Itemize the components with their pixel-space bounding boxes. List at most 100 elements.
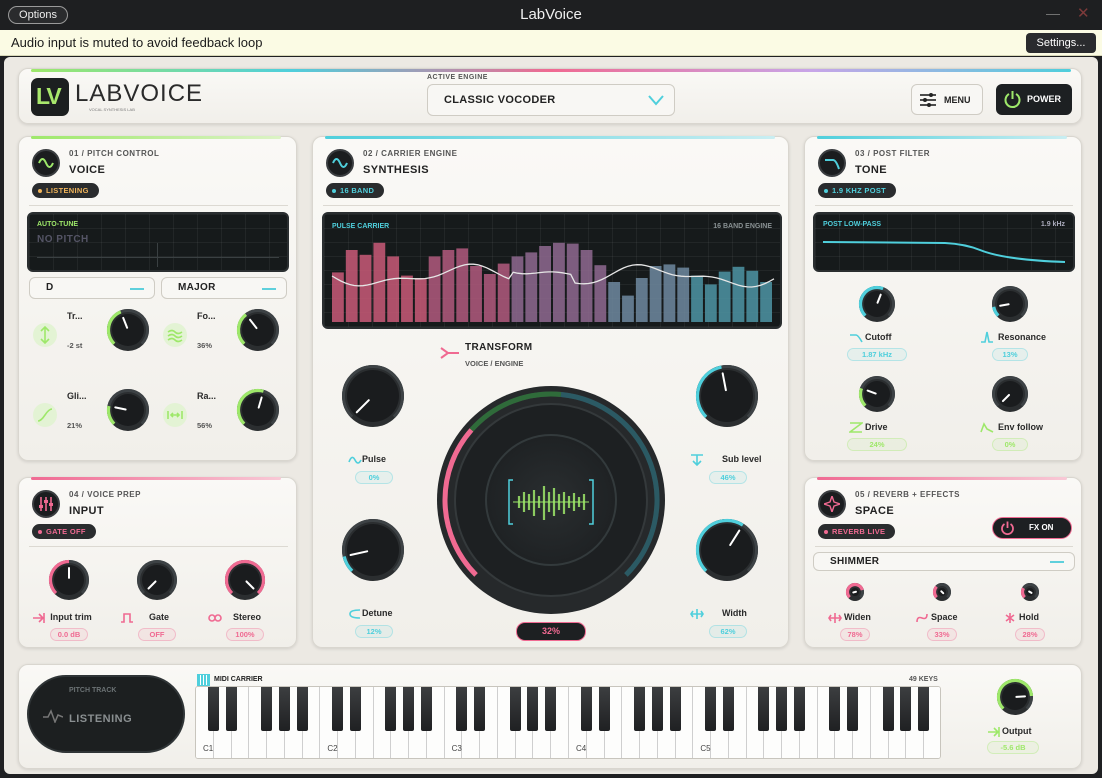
- resonance-label: Resonance: [998, 332, 1047, 342]
- space-panel: 05 / REVERB + EFFECTS SPACE REVERB LIVE …: [804, 477, 1082, 648]
- output-knob-pointer: [1015, 695, 1026, 698]
- black-key[interactable]: [509, 687, 521, 731]
- pitch-track-caption: PITCH TRACK: [69, 687, 117, 694]
- glide-knob[interactable]: [105, 387, 151, 433]
- logo-badge: LV: [31, 78, 69, 116]
- transform-value-pill: 32%: [516, 622, 586, 641]
- space-title: SPACE: [855, 505, 895, 517]
- black-key[interactable]: [598, 687, 610, 731]
- black-key[interactable]: [918, 687, 930, 731]
- voice-title: VOICE: [69, 164, 106, 176]
- black-key[interactable]: [829, 687, 841, 731]
- input-section-number: 04 / VOICE PREP: [69, 490, 141, 499]
- widen-knob[interactable]: [844, 581, 866, 603]
- hold-knob[interactable]: [1019, 581, 1041, 603]
- black-key[interactable]: [296, 687, 308, 731]
- range-knob[interactable]: [235, 387, 281, 433]
- black-key[interactable]: [403, 687, 415, 731]
- space-knob[interactable]: [931, 581, 953, 603]
- close-icon[interactable]: ✕: [1077, 4, 1090, 22]
- black-key[interactable]: [474, 687, 486, 731]
- space-label: Space: [931, 612, 958, 622]
- notice-text: Audio input is muted to avoid feedback l…: [11, 35, 263, 50]
- transform-dial[interactable]: [435, 384, 667, 616]
- piano-keyboard[interactable]: C1 C2 C3 C4 C5: [195, 686, 941, 759]
- input-title: INPUT: [69, 505, 104, 517]
- black-key[interactable]: [776, 687, 788, 731]
- power-button[interactable]: POWER: [996, 84, 1072, 115]
- key-select[interactable]: D: [29, 277, 155, 299]
- pulse-knob[interactable]: [340, 363, 406, 429]
- spectrum-bar: [483, 274, 496, 322]
- black-key[interactable]: [420, 687, 432, 731]
- reverb-preset-value: SHIMMER: [830, 556, 880, 567]
- hold-label: Hold: [1019, 612, 1039, 622]
- transform-icon: [440, 347, 459, 359]
- logo-letters: LV: [36, 83, 62, 109]
- tone-panel: 03 / POST FILTER TONE 1.9 KHZ POST POST …: [804, 136, 1082, 461]
- drive-knob[interactable]: [857, 374, 897, 414]
- input-trim-knob[interactable]: [47, 558, 91, 602]
- transform-value: 32%: [541, 626, 560, 636]
- spectrum-bar: [608, 282, 621, 322]
- black-key[interactable]: [634, 687, 646, 731]
- black-key[interactable]: [545, 687, 557, 731]
- menu-label: MENU: [944, 95, 971, 105]
- mixer-icon: [32, 490, 60, 518]
- black-key[interactable]: [580, 687, 592, 731]
- scale-select[interactable]: MAJOR: [161, 277, 287, 299]
- env-follow-knob[interactable]: [990, 374, 1030, 414]
- black-key[interactable]: [349, 687, 361, 731]
- black-key[interactable]: [225, 687, 237, 731]
- black-key[interactable]: [385, 687, 397, 731]
- black-key[interactable]: [207, 687, 219, 731]
- menu-button[interactable]: MENU: [911, 84, 983, 115]
- resonance-knob[interactable]: [990, 284, 1030, 324]
- synthesis-title: SYNTHESIS: [363, 164, 429, 176]
- hold-icon: [1005, 613, 1015, 623]
- space-badge-text: REVERB LIVE: [832, 527, 886, 536]
- voice-status-badge: LISTENING: [32, 183, 99, 198]
- black-key[interactable]: [651, 687, 663, 731]
- transpose-knob[interactable]: [105, 307, 151, 353]
- width-knob[interactable]: [694, 517, 760, 583]
- sub-level-knob[interactable]: [694, 363, 760, 429]
- black-key[interactable]: [261, 687, 273, 731]
- voice-accent: [31, 136, 281, 139]
- reverb-preset-select[interactable]: SHIMMER: [813, 552, 1075, 571]
- black-key[interactable]: [722, 687, 734, 731]
- fx-on-button[interactable]: FX ON: [992, 517, 1072, 539]
- black-key[interactable]: [705, 687, 717, 731]
- black-key[interactable]: [527, 687, 539, 731]
- black-key[interactable]: [900, 687, 912, 731]
- gate-icon: [121, 613, 133, 623]
- sub-level-label: Sub level: [722, 454, 762, 464]
- black-key[interactable]: [332, 687, 344, 731]
- spectrum-bar: [511, 256, 524, 322]
- stereo-label: Stereo: [232, 612, 261, 622]
- minimize-icon[interactable]: —: [1046, 5, 1060, 21]
- transpose-icon: [33, 323, 57, 347]
- pitch-track-display: PITCH TRACK LISTENING: [27, 675, 185, 753]
- formant-knob[interactable]: [235, 307, 281, 353]
- stereo-knob[interactable]: [223, 558, 267, 602]
- voice-panel: 01 / PITCH CONTROL VOICE LISTENING AUTO-…: [18, 136, 297, 461]
- output-icon: [988, 727, 1000, 737]
- cutoff-knob[interactable]: [857, 284, 897, 324]
- black-key[interactable]: [669, 687, 681, 731]
- black-key[interactable]: [456, 687, 468, 731]
- gate-knob[interactable]: [135, 558, 179, 602]
- formant-value: 36%: [197, 341, 213, 350]
- black-key[interactable]: [847, 687, 859, 731]
- tone-separator: [815, 205, 1073, 206]
- black-key[interactable]: [278, 687, 290, 731]
- spectrum-bar: [635, 278, 648, 322]
- engine-select[interactable]: CLASSIC VOCODER: [427, 84, 675, 116]
- output-knob[interactable]: [995, 677, 1035, 717]
- settings-button[interactable]: Settings...: [1026, 33, 1096, 53]
- detune-knob[interactable]: [340, 517, 406, 583]
- detune-icon: [349, 609, 361, 619]
- black-key[interactable]: [882, 687, 894, 731]
- black-key[interactable]: [758, 687, 770, 731]
- black-key[interactable]: [793, 687, 805, 731]
